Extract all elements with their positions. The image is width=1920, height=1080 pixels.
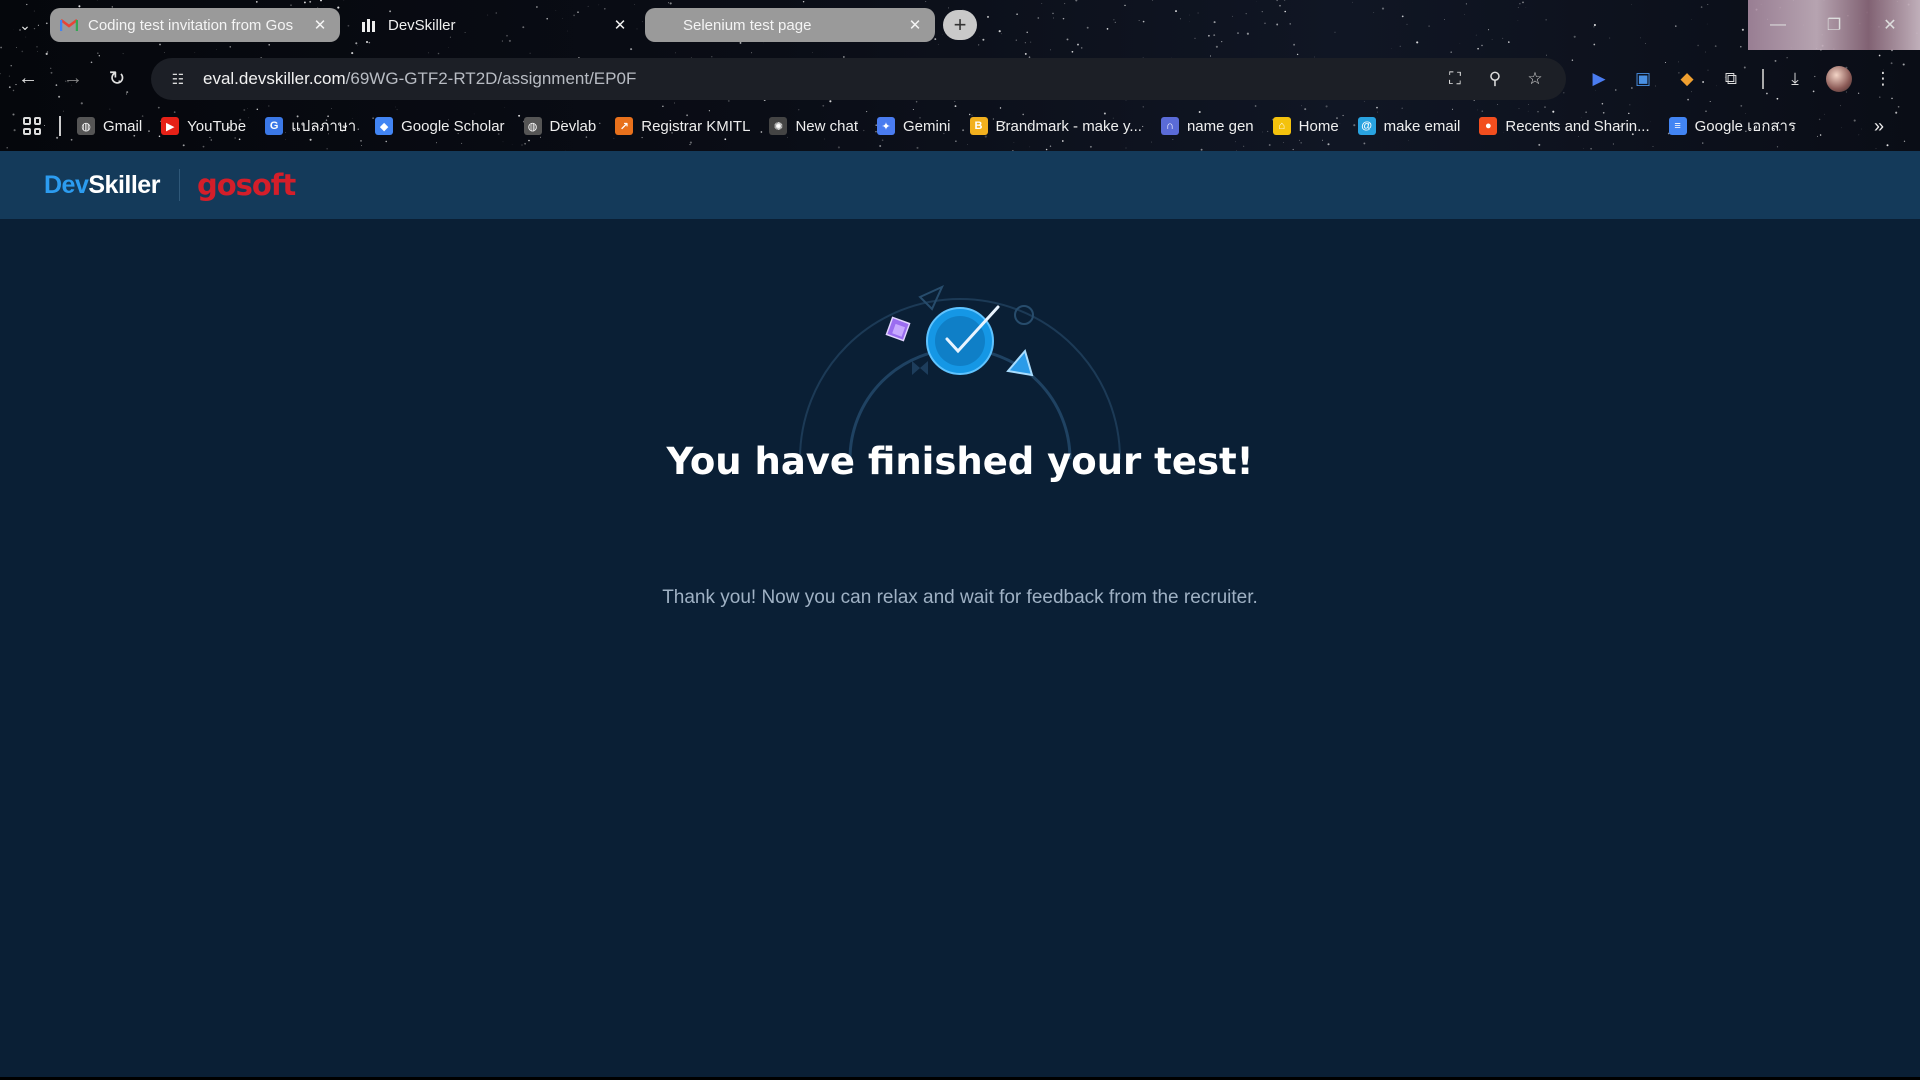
bookmark-item[interactable]: ◍ Devlab (523, 117, 597, 135)
tab-title: Selenium test page (683, 16, 812, 34)
bookmark-label: New chat (795, 117, 858, 135)
tab-search-chevron-icon[interactable]: ⌄ (12, 12, 38, 38)
back-icon[interactable]: ← (12, 62, 44, 94)
tab-strip: ⌄ Coding test invitation from Gos ✕ DevS… (0, 0, 1920, 50)
bookmark-item[interactable]: ◆ Google Scholar (375, 117, 505, 135)
bookmarks-divider (59, 116, 61, 136)
url-host: eval.devskiller.com (203, 69, 346, 88)
tab-close-icon[interactable]: ✕ (610, 15, 630, 35)
bookmark-label: name gen (1186, 117, 1254, 135)
docs-icon: ≡ (1668, 117, 1687, 135)
bookmark-label: Gemini (902, 117, 951, 135)
gmail-icon (60, 16, 78, 34)
new-tab-button[interactable]: + (943, 10, 977, 40)
gosoft-logo: gosoft (196, 168, 296, 202)
bookmark-label: YouTube (187, 117, 247, 135)
bookmark-item[interactable]: ↗ Registrar KMITL (615, 117, 750, 135)
email-icon: @ (1357, 117, 1376, 135)
extension-translate-icon[interactable]: ▣ (1630, 66, 1656, 92)
main-content: You have finished your test! Thank you! … (0, 219, 1920, 1080)
bookmark-item[interactable]: ✺ New chat (769, 117, 858, 135)
bookmark-label: แปลภาษา (291, 118, 357, 135)
url-path: /69WG-GTF2-RT2D/assignment/EP0F (345, 69, 637, 88)
chatgpt-icon: ✺ (769, 117, 788, 135)
bookmark-label: Google Scholar (401, 117, 505, 135)
devskiller-logo[interactable]: DevSkiller (44, 171, 160, 200)
completion-message: Thank you! Now you can relax and wait fo… (662, 587, 1258, 608)
youtube-icon: ▶ (161, 117, 180, 135)
registrar-icon: ↗ (615, 117, 634, 135)
figma-icon: ● (1479, 117, 1498, 135)
devskiller-icon (360, 16, 378, 34)
bookmark-item[interactable]: ▶ YouTube (161, 117, 246, 135)
namegen-icon: ∩ (1160, 117, 1179, 135)
tab-gmail[interactable]: Coding test invitation from Gos ✕ (50, 8, 340, 42)
bowtie-decoration-icon (912, 361, 928, 375)
bookmark-item[interactable]: @ make email (1357, 117, 1461, 135)
bookmark-label: make email (1383, 117, 1461, 135)
bookmark-label: Registrar KMITL (641, 117, 751, 135)
reload-icon[interactable]: ↻ (101, 62, 133, 94)
brandmark-icon: B (969, 117, 988, 135)
bookmark-item[interactable]: ∩ name gen (1160, 117, 1254, 135)
tab-close-icon[interactable]: ✕ (905, 15, 925, 35)
bookmark-item[interactable]: ✦ Gemini (876, 117, 951, 135)
cube-decoration-icon (885, 316, 911, 342)
bookmark-label: Gmail (103, 117, 143, 135)
restore-icon[interactable]: ❐ (1806, 0, 1862, 50)
bookmark-item[interactable]: ● Recents and Sharin... (1479, 117, 1650, 135)
bookmark-item[interactable]: G แปลภาษา (265, 114, 356, 138)
blank-page-icon (655, 16, 673, 34)
globe-icon: ◍ (523, 117, 542, 135)
translate-icon[interactable]: ⛶ (1442, 66, 1468, 92)
gemini-icon: ✦ (876, 117, 895, 135)
browser-chrome: ⌄ Coding test invitation from Gos ✕ DevS… (0, 0, 1920, 151)
bookmark-label: Brandmark - make y... (995, 117, 1142, 135)
home-icon: ⌂ (1272, 117, 1291, 135)
bookmark-label: Google เอกสาร (1694, 118, 1797, 135)
forward-icon[interactable]: → (57, 62, 89, 94)
close-window-icon[interactable]: ✕ (1862, 0, 1918, 50)
logo-divider (178, 169, 180, 201)
bookmarks-bar: ◍ Gmail ▶ YouTube G แปลภาษา ◆ Google Scholar ◍ De… (0, 110, 1920, 142)
bookmarks-overflow-icon[interactable]: » (1874, 116, 1884, 137)
bookmark-label: Home (1298, 117, 1339, 135)
profile-avatar[interactable] (1826, 66, 1852, 92)
zoom-icon[interactable]: ⚲ (1482, 66, 1508, 92)
extensions-area: ▶ ▣ ◆ ⧉ ⤓ ⋮ (1586, 66, 1896, 92)
bookmark-item[interactable]: ◍ Gmail (77, 117, 142, 135)
address-bar[interactable]: ☷ eval.devskiller.com/69WG-GTF2-RT2D/ass… (151, 58, 1566, 100)
app-header: DevSkiller gosoft (0, 151, 1920, 219)
minimize-icon[interactable]: — (1750, 0, 1806, 50)
tab-close-icon[interactable]: ✕ (310, 15, 330, 35)
translate-icon: G (265, 117, 284, 135)
scholar-icon: ◆ (375, 117, 394, 135)
tab-title: Coding test invitation from Gos (88, 16, 294, 34)
bookmark-label: Devlab (549, 117, 597, 135)
extension-gift-icon[interactable]: ◆ (1674, 66, 1700, 92)
triangle-outline-icon (918, 284, 945, 311)
bookmark-item[interactable]: ≡ Google เอกสาร (1668, 114, 1797, 138)
bookmark-label: Recents and Sharin... (1505, 117, 1650, 135)
globe-icon: ◍ (77, 117, 95, 135)
bookmark-item[interactable]: B Brandmark - make y... (969, 117, 1142, 135)
navigation-bar: ← → ↻ ☷ eval.devskiller.com/69WG-GTF2-RT… (0, 58, 1920, 100)
toolbar-divider (1762, 69, 1764, 89)
site-settings-icon[interactable]: ☷ (167, 68, 189, 90)
url-text[interactable]: eval.devskiller.com/69WG-GTF2-RT2D/assig… (203, 69, 636, 89)
tab-title: DevSkiller (388, 16, 456, 34)
tab-selenium[interactable]: Selenium test page ✕ (645, 8, 935, 42)
menu-kebab-icon[interactable]: ⋮ (1870, 66, 1896, 92)
download-icon[interactable]: ⤓ (1782, 66, 1808, 92)
page-title: You have finished your test! (666, 440, 1254, 483)
extension-play-icon[interactable]: ▶ (1586, 66, 1612, 92)
bookmark-star-icon[interactable]: ☆ (1522, 66, 1548, 92)
apps-grid-icon[interactable] (23, 117, 41, 135)
tab-devskiller[interactable]: DevSkiller ✕ (350, 8, 640, 42)
extensions-puzzle-icon[interactable]: ⧉ (1718, 66, 1744, 92)
bookmark-item[interactable]: ⌂ Home (1272, 117, 1339, 135)
